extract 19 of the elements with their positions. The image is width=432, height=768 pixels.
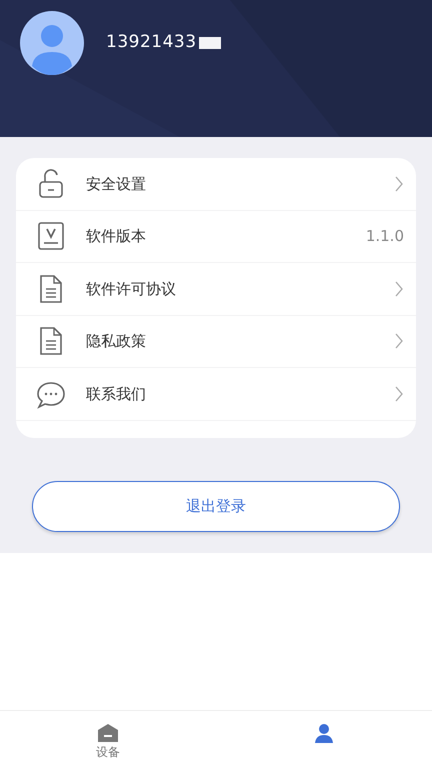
version-icon — [36, 221, 66, 252]
logout-button[interactable]: 退出登录 — [32, 480, 400, 532]
avatar-icon[interactable] — [20, 11, 84, 75]
version-number: 1.1.0 — [366, 226, 404, 247]
menu-label: 安全设置 — [86, 174, 147, 194]
menu-label: 软件版本 — [86, 226, 147, 247]
lock-icon — [36, 168, 66, 199]
menu-item[interactable]: 联系我们 — [16, 368, 416, 420]
menu-item[interactable]: 软件版本 1.1.0 — [16, 210, 416, 263]
nav-tab[interactable]: 设备 — [0, 711, 216, 768]
menu-label: 软件许可协议 — [86, 278, 177, 300]
house-icon — [97, 723, 119, 743]
menu-item[interactable]: 安全设置 — [16, 158, 416, 210]
menu-label: 联系我们 — [86, 384, 147, 404]
menu-item[interactable]: 软件许可协议 — [16, 263, 416, 316]
menu-item[interactable]: 隐私政策 — [16, 316, 416, 368]
menu-label: 隐私政策 — [86, 331, 147, 352]
phone-number: 13921433 — [106, 32, 197, 52]
person-icon — [313, 723, 335, 743]
